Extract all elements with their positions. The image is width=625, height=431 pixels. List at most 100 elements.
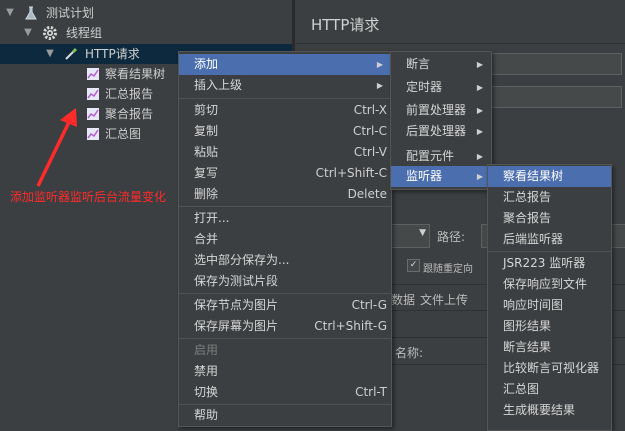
menu-item-jsr223-listener[interactable]: JSR223 监听器	[488, 253, 611, 274]
tree-item-thread-group[interactable]: ▼ 线程组	[0, 23, 292, 43]
menu-item-paste[interactable]: 粘贴 Ctrl-V	[179, 142, 391, 163]
menu-separator	[179, 98, 391, 99]
menu-item-summary-graph[interactable]: 汇总图	[488, 379, 611, 400]
menu-item-label: 帮助	[194, 408, 219, 422]
divider-line	[295, 43, 625, 44]
tree-item-test-plan[interactable]: ▼ 测试计划	[0, 3, 292, 23]
chart-icon	[87, 68, 99, 80]
menu-separator	[179, 338, 391, 339]
tab-file-upload[interactable]: 文件上传	[420, 291, 468, 308]
menu-item-label: 复写	[194, 166, 219, 180]
listener-submenu: 察看结果树 汇总报告 聚合报告 后端监听器 JSR223 监听器 保存响应到文件…	[487, 164, 612, 431]
menu-item-save-responses-to-file[interactable]: 保存响应到文件	[488, 274, 611, 295]
menu-item-label: 后置处理器	[406, 124, 467, 138]
collapse-chevron-icon[interactable]: ▼	[4, 3, 16, 23]
flask-icon	[25, 6, 37, 20]
menu-item-label: 选中部分保存为...	[194, 253, 290, 267]
menu-item-label: 复制	[194, 124, 219, 138]
menu-item-view-results-tree[interactable]: 察看结果树	[488, 166, 611, 187]
annotation-text: 添加监听器监听后台流量变化	[10, 190, 167, 204]
menu-item-aggregate-report[interactable]: 聚合报告	[488, 208, 611, 229]
submenu-arrow-icon: ▶	[476, 60, 483, 69]
menu-item-config-element[interactable]: 配置元件 ▶	[391, 146, 491, 167]
menu-item-label: 配置元件	[406, 149, 455, 163]
tree-item-label: 察看结果树	[105, 67, 166, 81]
collapse-chevron-icon[interactable]: ▼	[22, 23, 34, 43]
tree-item-label: 线程组	[66, 26, 103, 40]
tree-item-label: 汇总图	[105, 127, 142, 141]
menu-shortcut: Ctrl-X	[353, 103, 387, 117]
parameter-name-header: 名称:	[395, 346, 424, 360]
menu-item-label: 禁用	[194, 364, 219, 378]
menu-item-save-as-test-fragment[interactable]: 保存为测试片段	[179, 271, 391, 292]
submenu-arrow-icon: ▶	[476, 106, 483, 115]
menu-item-label: 察看结果树	[503, 169, 564, 183]
menu-item-assertions[interactable]: 断言 ▶	[391, 54, 491, 75]
menu-item-cut[interactable]: 剪切 Ctrl-X	[179, 100, 391, 121]
tree-item-label: 测试计划	[46, 6, 95, 20]
menu-item-response-time-graph[interactable]: 响应时间图	[488, 295, 611, 316]
menu-separator	[179, 293, 391, 294]
menu-item-comparison-assertion-visualizer[interactable]: 比较断言可视化器	[488, 358, 611, 379]
path-label: 路径:	[437, 230, 466, 244]
menu-item-open[interactable]: 打开...	[179, 208, 391, 229]
menu-item-save-screen-as-image[interactable]: 保存屏幕为图片 Ctrl+Shift-G	[179, 316, 391, 337]
menu-item-label: 合并	[194, 232, 219, 246]
menu-shortcut: Delete	[347, 187, 387, 201]
menu-item-delete[interactable]: 删除 Delete	[179, 184, 391, 205]
follow-redirects-label: 跟随重定向	[423, 264, 473, 275]
submenu-arrow-icon: ▶	[476, 152, 483, 161]
menu-item-generate-summary-results[interactable]: 生成概要结果	[488, 400, 611, 421]
menu-item-save-selection-as[interactable]: 选中部分保存为...	[179, 250, 391, 271]
menu-item-assertion-results[interactable]: 断言结果	[488, 337, 611, 358]
menu-item-label: 聚合报告	[503, 211, 552, 225]
menu-item-timer[interactable]: 定时器 ▶	[391, 77, 491, 98]
menu-item-copy[interactable]: 复制 Ctrl-C	[179, 121, 391, 142]
panel-title: HTTP请求	[311, 16, 380, 34]
menu-item-listener[interactable]: 监听器 ▶	[391, 166, 491, 187]
menu-item-graph-results[interactable]: 图形结果	[488, 316, 611, 337]
menu-shortcut: Ctrl+Shift-G	[314, 319, 387, 333]
tree-item-label: HTTP请求	[85, 47, 140, 61]
menu-item-pre-processors[interactable]: 前置处理器 ▶	[391, 100, 491, 121]
collapse-chevron-icon[interactable]: ▼	[44, 44, 56, 64]
menu-item-merge[interactable]: 合并	[179, 229, 391, 250]
context-menu: 添加 ▶ 插入上级 ▶ 剪切 Ctrl-X 复制 Ctrl-C 粘贴 Ctrl-…	[178, 51, 392, 427]
menu-item-add[interactable]: 添加 ▶	[179, 54, 391, 75]
menu-item-toggle[interactable]: 切换 Ctrl-T	[179, 382, 391, 403]
menu-item-label: 后端监听器	[503, 232, 564, 246]
pipette-icon	[65, 47, 78, 60]
menu-item-label: 图形结果	[503, 319, 552, 333]
menu-item-label: JSR223 监听器	[503, 256, 586, 270]
menu-item-label: 断言	[406, 57, 431, 71]
menu-item-insert-parent[interactable]: 插入上级 ▶	[179, 75, 391, 96]
menu-item-summary-report[interactable]: 汇总报告	[488, 187, 611, 208]
menu-item-post-processors[interactable]: 后置处理器 ▶	[391, 121, 491, 142]
menu-item-backend-listener[interactable]: 后端监听器	[488, 229, 611, 250]
tab-body-data[interactable]: 数据	[391, 291, 415, 308]
menu-item-label: 剪切	[194, 103, 219, 117]
menu-item-label: 响应时间图	[503, 298, 564, 312]
menu-item-save-node-as-image[interactable]: 保存节点为图片 Ctrl-G	[179, 295, 391, 316]
menu-item-label: 启用	[194, 343, 219, 357]
menu-item-label: 删除	[194, 187, 219, 201]
menu-item-label: 添加	[194, 57, 219, 71]
follow-redirects-checkbox[interactable]: ✓	[407, 259, 420, 272]
menu-item-label: 保存节点为图片	[194, 298, 279, 312]
menu-shortcut: Ctrl+Shift-C	[315, 166, 387, 180]
menu-item-label: 保存响应到文件	[503, 277, 588, 291]
submenu-arrow-icon: ▶	[476, 127, 483, 136]
menu-item-duplicate[interactable]: 复写 Ctrl+Shift-C	[179, 163, 391, 184]
submenu-arrow-icon: ▶	[476, 172, 483, 181]
gear-icon	[43, 26, 57, 40]
menu-separator	[179, 206, 391, 207]
menu-item-label: 前置处理器	[406, 103, 467, 117]
add-submenu: 断言 ▶ 定时器 ▶ 前置处理器 ▶ 后置处理器 ▶ 配置元件 ▶ 监听器 ▶	[390, 51, 492, 190]
tree-item-label: 聚合报告	[105, 107, 154, 121]
menu-item-help[interactable]: 帮助	[179, 405, 391, 426]
tree-item-label: 汇总报告	[105, 87, 154, 101]
menu-item-enable: 启用	[179, 340, 391, 361]
menu-item-label: 定时器	[406, 80, 443, 94]
menu-separator	[488, 251, 611, 252]
menu-item-disable[interactable]: 禁用	[179, 361, 391, 382]
